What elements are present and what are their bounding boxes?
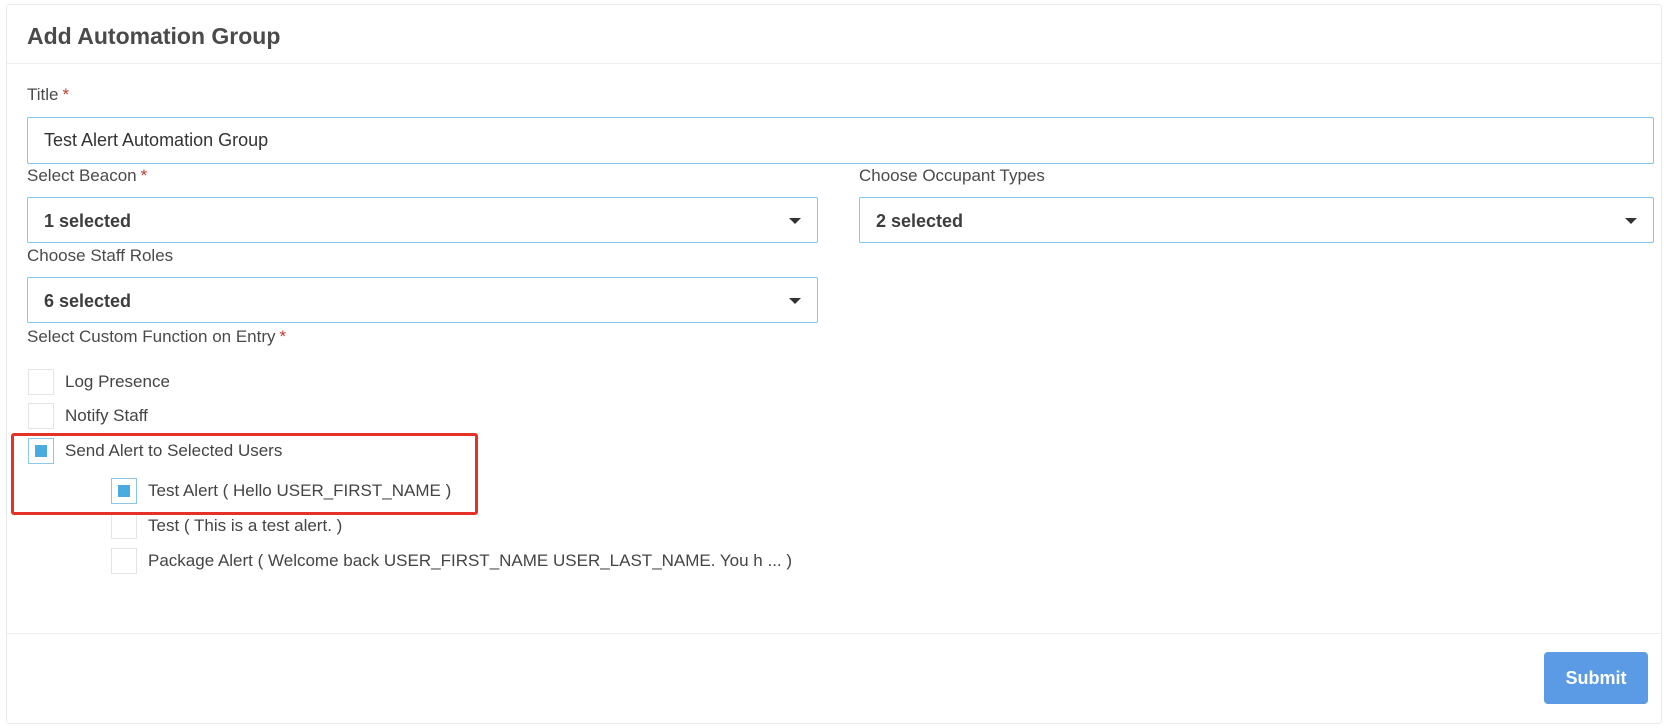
automation-group-card: Add Automation Group Title* Select Beaco… — [6, 4, 1662, 724]
checkbox-box-checked[interactable] — [28, 438, 54, 464]
title-label-text: Title — [27, 85, 59, 104]
title-label: Title * — [27, 85, 69, 105]
checkbox-label: Send Alert to Selected Users — [65, 441, 283, 460]
checkbox-label: Log Presence — [65, 372, 170, 391]
occupant-types-select[interactable]: 2 selected — [859, 197, 1654, 243]
beacon-select[interactable]: 1 selected — [27, 197, 818, 243]
caret-down-icon — [789, 298, 801, 304]
occupant-types-label: Choose Occupant Types — [859, 166, 1045, 186]
title-input[interactable] — [27, 117, 1654, 164]
staff-roles-select-value: 6 selected — [44, 291, 132, 311]
checkbox-label: Test Alert ( Hello USER_FIRST_NAME ) — [148, 481, 452, 500]
checkbox-box[interactable] — [111, 513, 137, 539]
submit-button[interactable]: Submit — [1544, 652, 1648, 704]
checkbox-box[interactable] — [111, 548, 137, 574]
checkbox-label: Package Alert ( Welcome back USER_FIRST_… — [148, 551, 793, 570]
beacon-label: Select Beacon * — [27, 166, 147, 186]
card-header: Add Automation Group — [7, 5, 1661, 64]
custom-function-label-text: Select Custom Function on Entry — [27, 327, 276, 346]
required-mark: * — [279, 327, 287, 346]
occupant-types-select-value: 2 selected — [876, 211, 964, 231]
caret-down-icon — [789, 218, 801, 224]
checkbox-box[interactable] — [28, 369, 54, 395]
staff-roles-select[interactable]: 6 selected — [27, 277, 818, 323]
page-title: Add Automation Group — [27, 23, 281, 49]
checkbox-box-checked[interactable] — [111, 478, 137, 504]
staff-roles-label-text: Choose Staff Roles — [27, 246, 174, 265]
footer-divider — [7, 633, 1661, 634]
staff-roles-label: Choose Staff Roles — [27, 246, 173, 266]
custom-function-label: Select Custom Function on Entry * — [27, 327, 286, 347]
occupant-types-label-text: Choose Occupant Types — [859, 166, 1045, 185]
beacon-select-value: 1 selected — [44, 211, 132, 231]
caret-down-icon — [1625, 218, 1637, 224]
beacon-label-text: Select Beacon — [27, 166, 137, 185]
checkbox-box[interactable] — [28, 403, 54, 429]
checkbox-label: Notify Staff — [65, 406, 148, 425]
required-mark: * — [62, 85, 70, 104]
required-mark: * — [140, 166, 148, 185]
checkbox-label: Test ( This is a test alert. ) — [148, 516, 343, 535]
